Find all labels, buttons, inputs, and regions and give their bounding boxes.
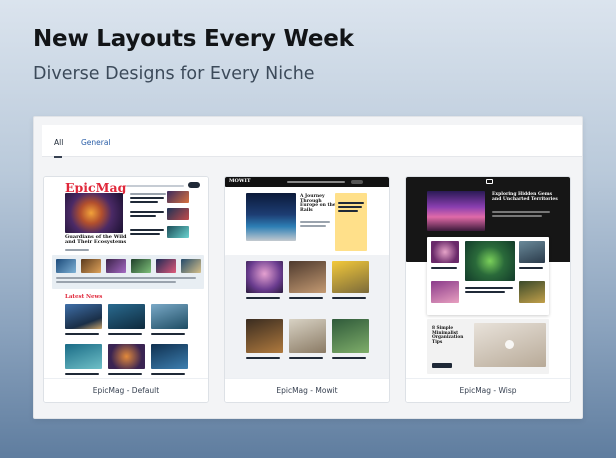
thumb-grid-caption (431, 267, 457, 269)
thumb-nav-button (351, 180, 363, 184)
layout-thumbnail: Exploring Hidden Gems and Uncharted Terr… (406, 177, 570, 380)
thumb-grid-caption (65, 373, 99, 375)
thumb-meta-line (300, 221, 330, 223)
thumb-grid-caption (332, 357, 366, 359)
hero-title: New Layouts Every Week (33, 26, 354, 52)
thumb-grid-caption (151, 373, 185, 375)
thumb-grid-image (431, 281, 459, 303)
thumb-hero-headline: Guardians of the Wild and Their Ecosyste… (65, 234, 127, 246)
thumb-nav-bar (126, 185, 184, 187)
thumb-read-button (432, 363, 452, 368)
thumb-strip-image (106, 259, 126, 273)
thumb-grid-caption (246, 357, 280, 359)
thumb-promo-line (338, 210, 358, 212)
thumb-grid-caption (332, 297, 366, 299)
thumb-meta-line (492, 215, 542, 217)
filter-tabs: All General (42, 125, 582, 158)
thumb-grid-image (519, 281, 545, 303)
thumb-grid-image (431, 241, 459, 263)
hero-subtitle: Diverse Designs for Every Niche (33, 64, 315, 84)
layout-thumbnail: EpicMag Guardians of the Wild and Their … (44, 177, 208, 380)
thumb-grid-image (519, 241, 545, 263)
thumb-logo-mark (486, 179, 493, 184)
thumb-grid-image (65, 344, 102, 369)
thumb-strip-image (81, 259, 101, 273)
thumb-side-image (130, 193, 166, 195)
thumb-grid-image (108, 304, 145, 329)
thumb-side-image (167, 208, 189, 220)
thumb-grid-caption (289, 357, 323, 359)
thumb-side-line (130, 197, 164, 199)
thumb-side-line (130, 233, 160, 235)
thumb-side-line (130, 215, 156, 217)
thumb-grid-image (465, 241, 515, 281)
thumb-side-line (130, 211, 164, 213)
thumb-side-line (130, 229, 164, 231)
thumb-grid-image (65, 304, 102, 329)
thumb-grid-caption (108, 333, 142, 335)
thumb-grid-caption (465, 287, 513, 289)
thumb-grid-image (332, 261, 369, 293)
layout-card-epicmag-mowit[interactable]: MOWIT A Journey Through Europe on the Ra… (224, 176, 390, 403)
thumb-hero-headline: Exploring Hidden Gems and Uncharted Terr… (492, 192, 558, 202)
thumb-grid-image (151, 304, 188, 329)
thumb-strip-image (131, 259, 151, 273)
thumb-grid-caption (465, 291, 505, 293)
thumb-promo-line (338, 202, 364, 204)
thumb-promo-line (338, 206, 362, 208)
thumb-grid-caption (289, 297, 323, 299)
thumb-nav-button (188, 182, 200, 188)
thumb-grid-image (289, 261, 326, 293)
layout-card-caption: EpicMag - Default (44, 378, 208, 402)
thumb-grid-caption (108, 373, 142, 375)
thumb-grid-image (151, 344, 188, 369)
thumb-meta-line (65, 249, 89, 251)
thumb-grid-image (289, 319, 326, 353)
layout-thumbnail: MOWIT A Journey Through Europe on the Ra… (225, 177, 389, 380)
layout-card-epicmag-default[interactable]: EpicMag Guardians of the Wild and Their … (43, 176, 209, 403)
layout-card-epicmag-wisp[interactable]: Exploring Hidden Gems and Uncharted Terr… (405, 176, 571, 403)
thumb-feature-title: 8 Simple Minimalist Organization Tips (432, 326, 464, 345)
thumb-hero-image (246, 193, 296, 241)
thumb-hero-headline: A Journey Through Europe on the Rails (300, 194, 336, 214)
tab-active-indicator (54, 156, 62, 158)
thumb-meta-line (492, 211, 550, 213)
thumb-hero-image (65, 193, 123, 233)
thumb-grid-caption (65, 333, 99, 335)
thumb-logo: MOWIT (229, 178, 251, 184)
thumb-strip-caption (56, 281, 176, 283)
thumb-strip-image (181, 259, 201, 273)
thumb-grid-caption (519, 267, 543, 269)
thumb-section-title: Latest News (65, 294, 103, 300)
layout-card-caption: EpicMag - Mowit (225, 378, 389, 402)
thumb-strip-image (156, 259, 176, 273)
tab-all[interactable]: All (54, 138, 63, 147)
thumb-grid-caption (246, 297, 280, 299)
thumb-grid-image (108, 344, 145, 369)
thumb-grid-image (332, 319, 369, 353)
thumb-hero-image (427, 191, 485, 231)
thumb-nav-bar (287, 181, 345, 183)
thumb-side-line (130, 201, 158, 203)
layout-card-caption: EpicMag - Wisp (406, 378, 570, 402)
thumb-grid-image (246, 261, 283, 293)
thumb-strip-image (56, 259, 76, 273)
thumb-play-icon (505, 340, 514, 349)
thumb-side-image (167, 191, 189, 203)
thumb-grid-image (246, 319, 283, 353)
thumb-meta-line (300, 225, 326, 227)
thumb-strip-caption (56, 277, 196, 279)
tab-general[interactable]: General (81, 138, 111, 147)
thumb-side-image (167, 226, 189, 238)
thumb-grid-caption (151, 333, 185, 335)
